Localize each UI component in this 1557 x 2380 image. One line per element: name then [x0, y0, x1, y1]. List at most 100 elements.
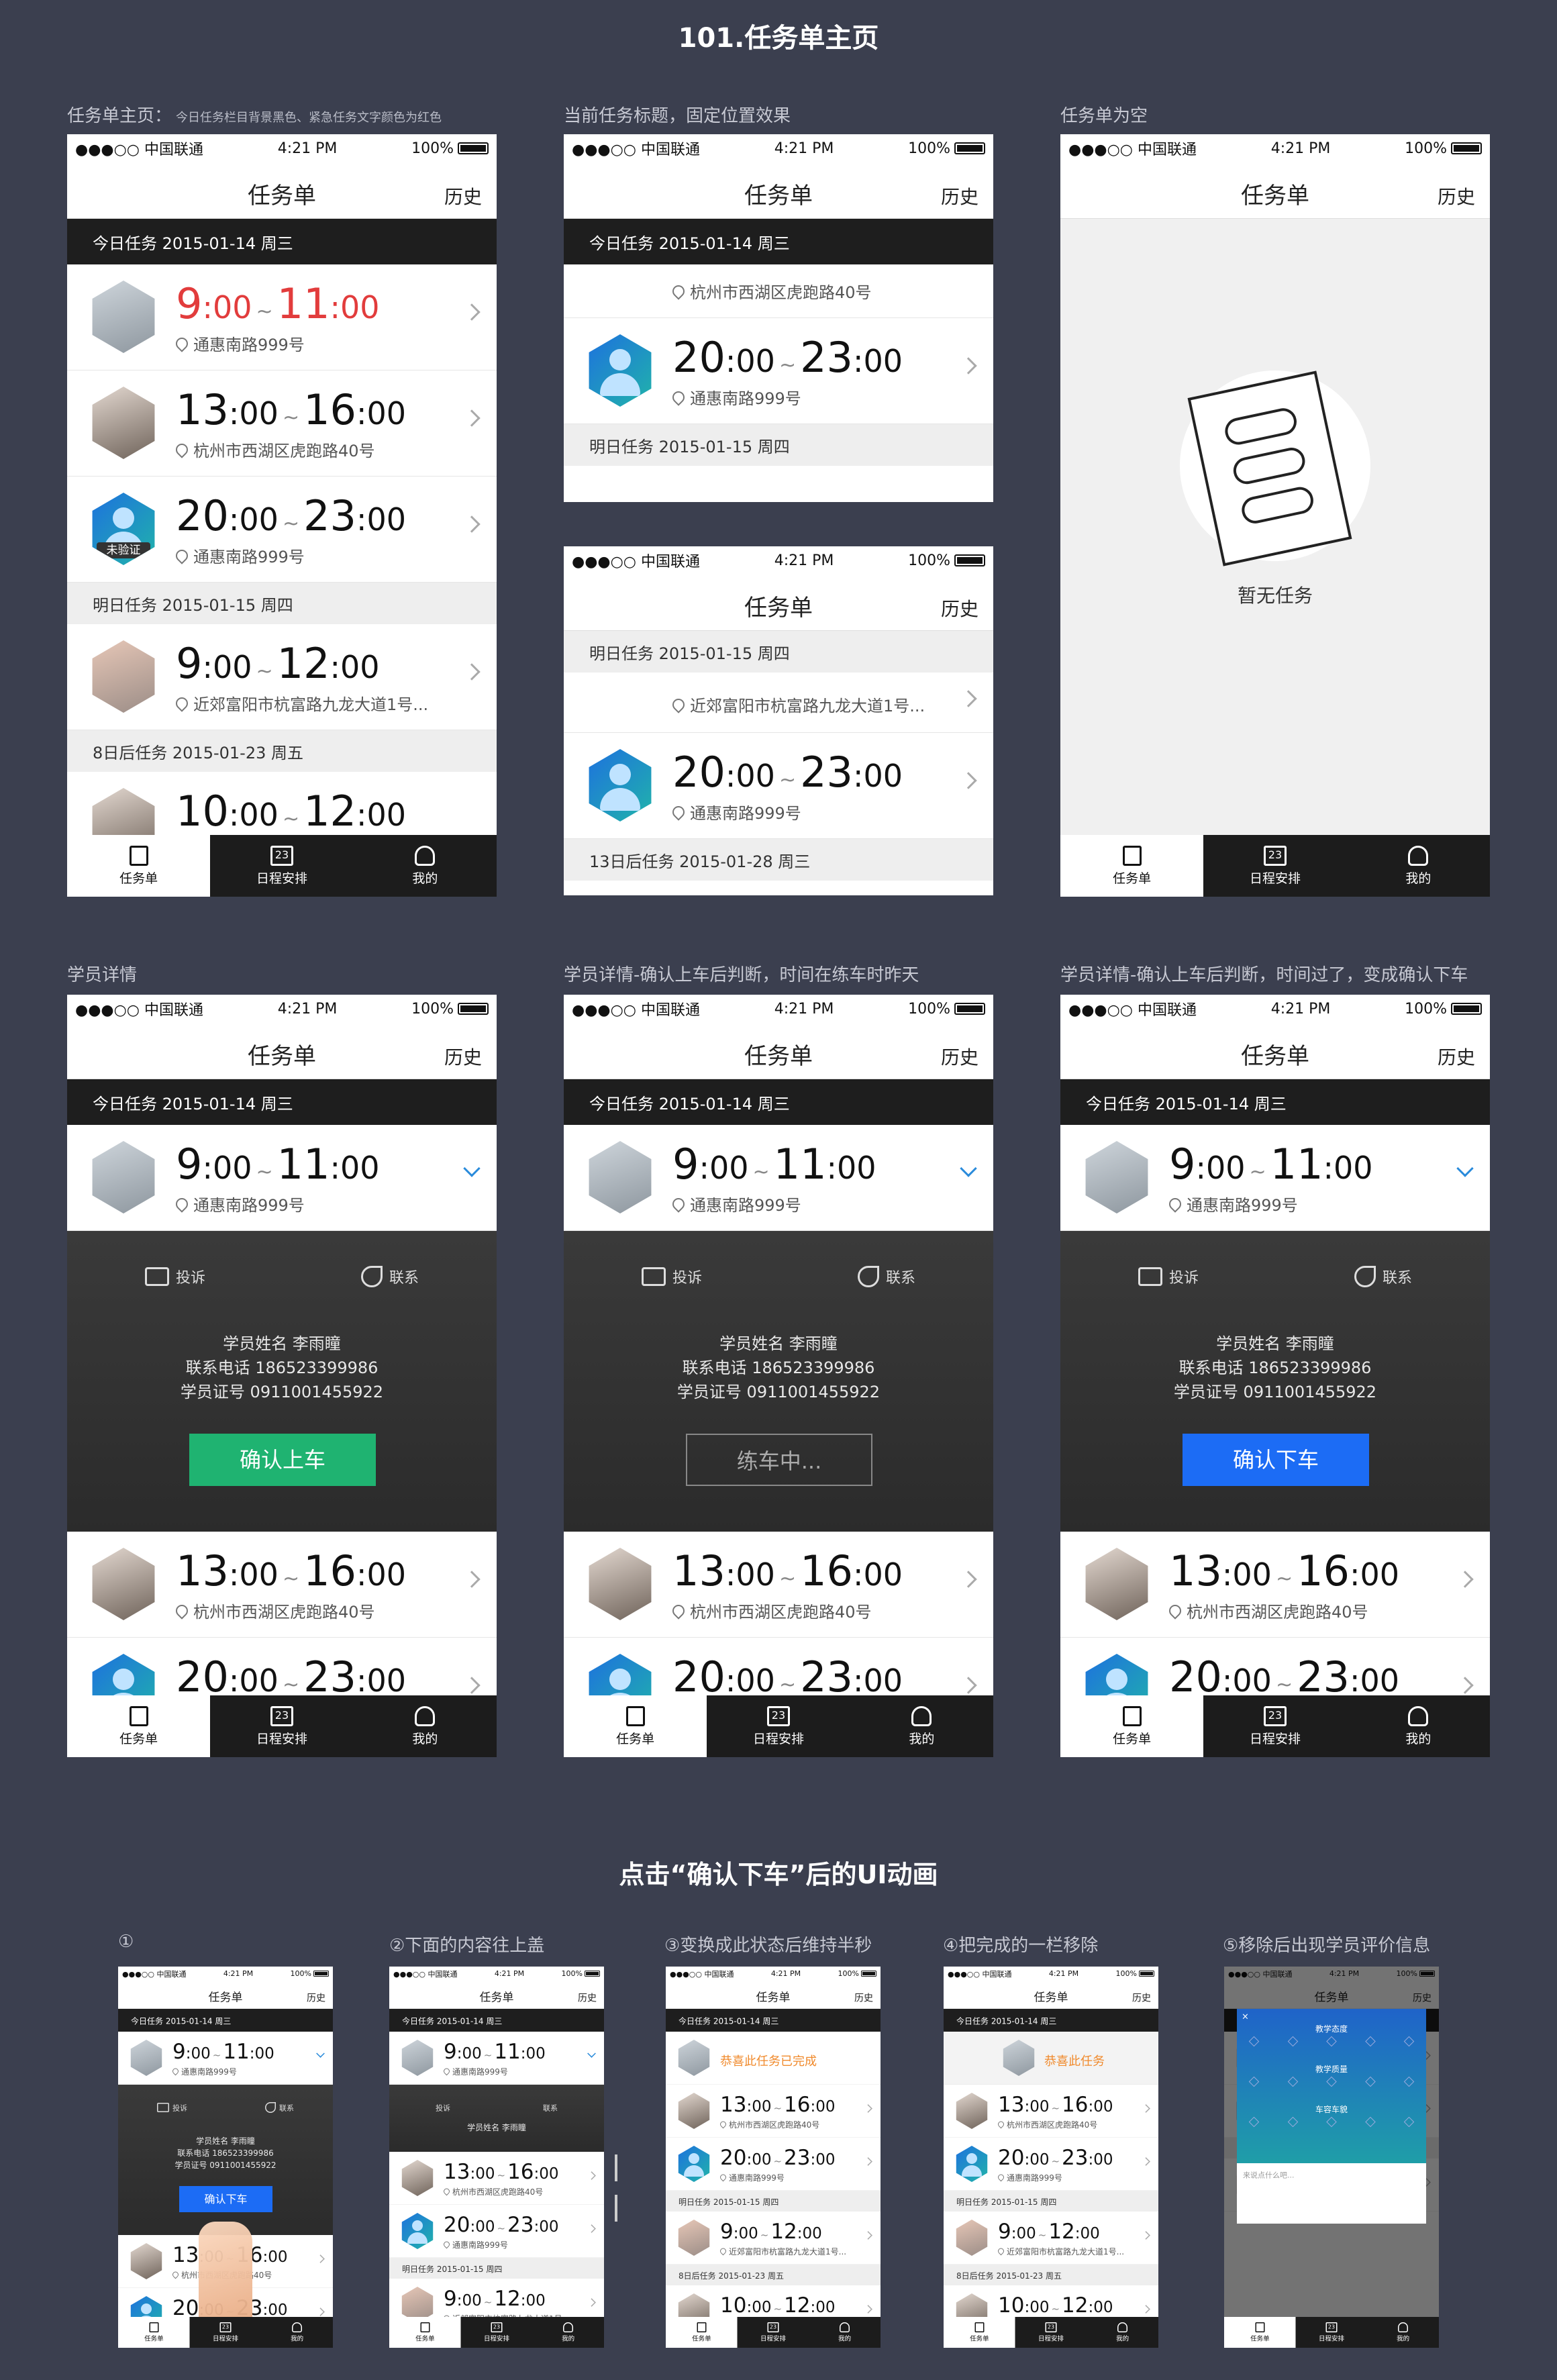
- btn_training-button[interactable]: 练车中...: [686, 1434, 872, 1486]
- nav-bar: 任务单 历史: [564, 1023, 993, 1079]
- contact-button[interactable]: 联系: [543, 2102, 558, 2113]
- document-icon: [1122, 1705, 1142, 1726]
- task-item[interactable]: 13:00~16:00杭州市西湖区虎跑路40号: [389, 2152, 604, 2205]
- tab-schedule[interactable]: 23 日程安排: [210, 835, 353, 897]
- tab-tasks[interactable]: 任务单: [67, 835, 211, 897]
- close-icon[interactable]: ×: [1242, 2012, 1249, 2022]
- task-item[interactable]: 9:00 ~12:00 近郊富阳市杭富路九龙大道1号...: [67, 624, 497, 730]
- task-item[interactable]: 13:00~16:00杭州市西湖区虎跑路40号: [1060, 1532, 1490, 1638]
- rating-stars-teaching[interactable]: [1248, 2036, 1415, 2047]
- nav-bar: 任务单 历史: [564, 162, 993, 219]
- history-button[interactable]: 历史: [1438, 1043, 1475, 1070]
- tab-schedule[interactable]: 23 日程安排: [210, 1695, 353, 1757]
- tab-tasks[interactable]: 任务单: [666, 2317, 738, 2348]
- contact-button[interactable]: 联系: [360, 1266, 419, 1287]
- document-icon: [1255, 2322, 1265, 2332]
- task-item[interactable]: 9:00~12:00近郊富阳市杭富路九龙大道1号...: [666, 2212, 881, 2265]
- task-item[interactable]: 9:00~12:00近郊富阳市杭富路九龙大道1号...: [944, 2212, 1158, 2265]
- battery-icon: [584, 1971, 600, 1977]
- eval-quality-label: 教学质量: [1315, 2065, 1348, 2074]
- contact-button[interactable]: 联系: [264, 2102, 294, 2113]
- btn_board-button[interactable]: 确认上车: [189, 1434, 376, 1486]
- task-time: 13:00~16:00: [720, 2092, 836, 2117]
- tab-tasks[interactable]: 任务单: [67, 1695, 211, 1757]
- tab-mine[interactable]: 我的: [1367, 2317, 1439, 2348]
- rating-stars-quality[interactable]: [1248, 2076, 1415, 2087]
- tab-schedule[interactable]: 23 日程安排: [1203, 835, 1346, 897]
- task-item[interactable]: 20:00~23:00通惠南路999号: [944, 2138, 1158, 2191]
- contact-button[interactable]: 联系: [857, 1266, 915, 1287]
- task-item[interactable]: 未验证 20:00 ~23:00 通惠南路999号: [67, 477, 497, 583]
- history-button[interactable]: 历史: [444, 183, 482, 209]
- task-item[interactable]: 20:00 ~23:00 通惠南路999号: [564, 318, 993, 424]
- tab-tasks[interactable]: 任务单: [564, 1695, 707, 1757]
- phone-student-detail: ●●●○○ 中国联通 4:21 PM 100% 任务单 历史 今日任务 2015-01-1…: [67, 995, 497, 1757]
- tab-mine[interactable]: 我的: [532, 2317, 604, 2348]
- task-item[interactable]: 9:00 ~11:00 通惠南路999号: [67, 1125, 497, 1231]
- complain-button[interactable]: 投诉: [144, 1266, 205, 1287]
- rating-stars-car[interactable]: [1248, 2116, 1415, 2128]
- task-item[interactable]: 13:00~16:00杭州市西湖区虎跑路40号: [564, 1532, 993, 1638]
- task-item[interactable]: 9:00 ~11:00 通惠南路999号: [67, 264, 497, 370]
- task-item-partial[interactable]: 近郊富阳市杭富路九龙大道1号...: [564, 673, 993, 733]
- avatar: [956, 2220, 988, 2256]
- tab-tasks[interactable]: 任务单: [118, 2317, 190, 2348]
- tab-mine[interactable]: 我的: [809, 2317, 881, 2348]
- task-address: 杭州市西湖区虎跑路40号: [173, 438, 375, 461]
- tab-schedule[interactable]: 23 日程安排: [1015, 2317, 1087, 2348]
- tab-mine[interactable]: 我的: [354, 835, 497, 897]
- btn_alight-button[interactable]: 确认下车: [179, 2186, 272, 2212]
- history-button[interactable]: 历史: [854, 1991, 873, 2004]
- task-item[interactable]: 13:00~16:00杭州市西湖区虎跑路40号: [666, 2085, 881, 2138]
- tab-tasks[interactable]: 任务单: [1224, 2317, 1296, 2348]
- history-button[interactable]: 历史: [307, 1991, 325, 2004]
- complain-button[interactable]: 投诉: [641, 1266, 702, 1287]
- tab-mine[interactable]: 我的: [1347, 835, 1490, 897]
- tab-tasks[interactable]: 任务单: [1060, 1695, 1204, 1757]
- complain-button[interactable]: 投诉: [1138, 1266, 1199, 1287]
- task-item[interactable]: 9:00 ~11:00 通惠南路999号: [1060, 1125, 1490, 1231]
- status-bar: ●●●○○ 中国联通4:21 PM100%: [564, 995, 993, 1023]
- task-item[interactable]: 13:00 ~16:00 杭州市西湖区虎跑路40号: [67, 370, 497, 477]
- user-icon: [1117, 2322, 1128, 2332]
- btn_alight-button[interactable]: 确认下车: [1183, 1434, 1369, 1486]
- complain-button[interactable]: 投诉: [436, 2102, 450, 2113]
- history-button[interactable]: 历史: [578, 1991, 597, 2004]
- tab-schedule[interactable]: 23 日程安排: [190, 2317, 262, 2348]
- task-item[interactable]: 20:00 ~23:00 通惠南路999号: [564, 733, 993, 839]
- tab-mine[interactable]: 我的: [354, 1695, 497, 1757]
- task-item[interactable]: 9:00 ~11:00 通惠南路999号: [389, 2032, 604, 2085]
- history-button[interactable]: 历史: [941, 183, 978, 209]
- tab-tasks[interactable]: 任务单: [1060, 835, 1204, 897]
- history-button[interactable]: 历史: [1132, 1991, 1151, 2004]
- comment-input[interactable]: 来说点什么吧...: [1237, 2163, 1426, 2224]
- tab-schedule[interactable]: 23 日程安排: [738, 2317, 809, 2348]
- task-item[interactable]: 9:00 ~11:00 通惠南路999号: [564, 1125, 993, 1231]
- task-item[interactable]: 20:00~23:00通惠南路999号: [666, 2138, 881, 2191]
- calendar-icon: 23: [1325, 2322, 1338, 2332]
- tab-mine[interactable]: 我的: [1347, 1695, 1490, 1757]
- tab-tasks[interactable]: 任务单: [389, 2317, 461, 2348]
- battery-icon: [954, 142, 985, 154]
- task-address: 杭州市西湖区虎跑路40号: [719, 2118, 819, 2130]
- tab-mine[interactable]: 我的: [261, 2317, 333, 2348]
- task-item[interactable]: 9:00 ~11:00 通惠南路999号: [118, 2032, 333, 2085]
- tab-tasks[interactable]: 任务单: [944, 2317, 1015, 2348]
- tab-schedule[interactable]: 23 日程安排: [1296, 2317, 1368, 2348]
- tab-schedule[interactable]: 23 日程安排: [1203, 1695, 1346, 1757]
- history-button[interactable]: 历史: [941, 595, 978, 622]
- contact-button[interactable]: 联系: [1354, 1266, 1412, 1287]
- tab-mine[interactable]: 我的: [850, 1695, 993, 1757]
- tab-mine[interactable]: 我的: [1087, 2317, 1158, 2348]
- task-item[interactable]: 13:00~16:00杭州市西湖区虎跑路40号: [944, 2085, 1158, 2138]
- history-button[interactable]: 历史: [444, 1043, 482, 1070]
- complain-button[interactable]: 投诉: [156, 2102, 187, 2113]
- history-button[interactable]: 历史: [1438, 183, 1475, 209]
- tab-schedule[interactable]: 23 日程安排: [707, 1695, 850, 1757]
- history-button[interactable]: 历史: [941, 1043, 978, 1070]
- location-pin-icon: [670, 803, 687, 821]
- task-item-partial[interactable]: 杭州市西湖区虎跑路40号: [564, 264, 993, 318]
- task-item[interactable]: 13:00~16:00杭州市西湖区虎跑路40号: [67, 1532, 497, 1638]
- task-item[interactable]: 20:00~23:00通惠南路999号: [389, 2205, 604, 2258]
- tab-schedule[interactable]: 23 日程安排: [461, 2317, 533, 2348]
